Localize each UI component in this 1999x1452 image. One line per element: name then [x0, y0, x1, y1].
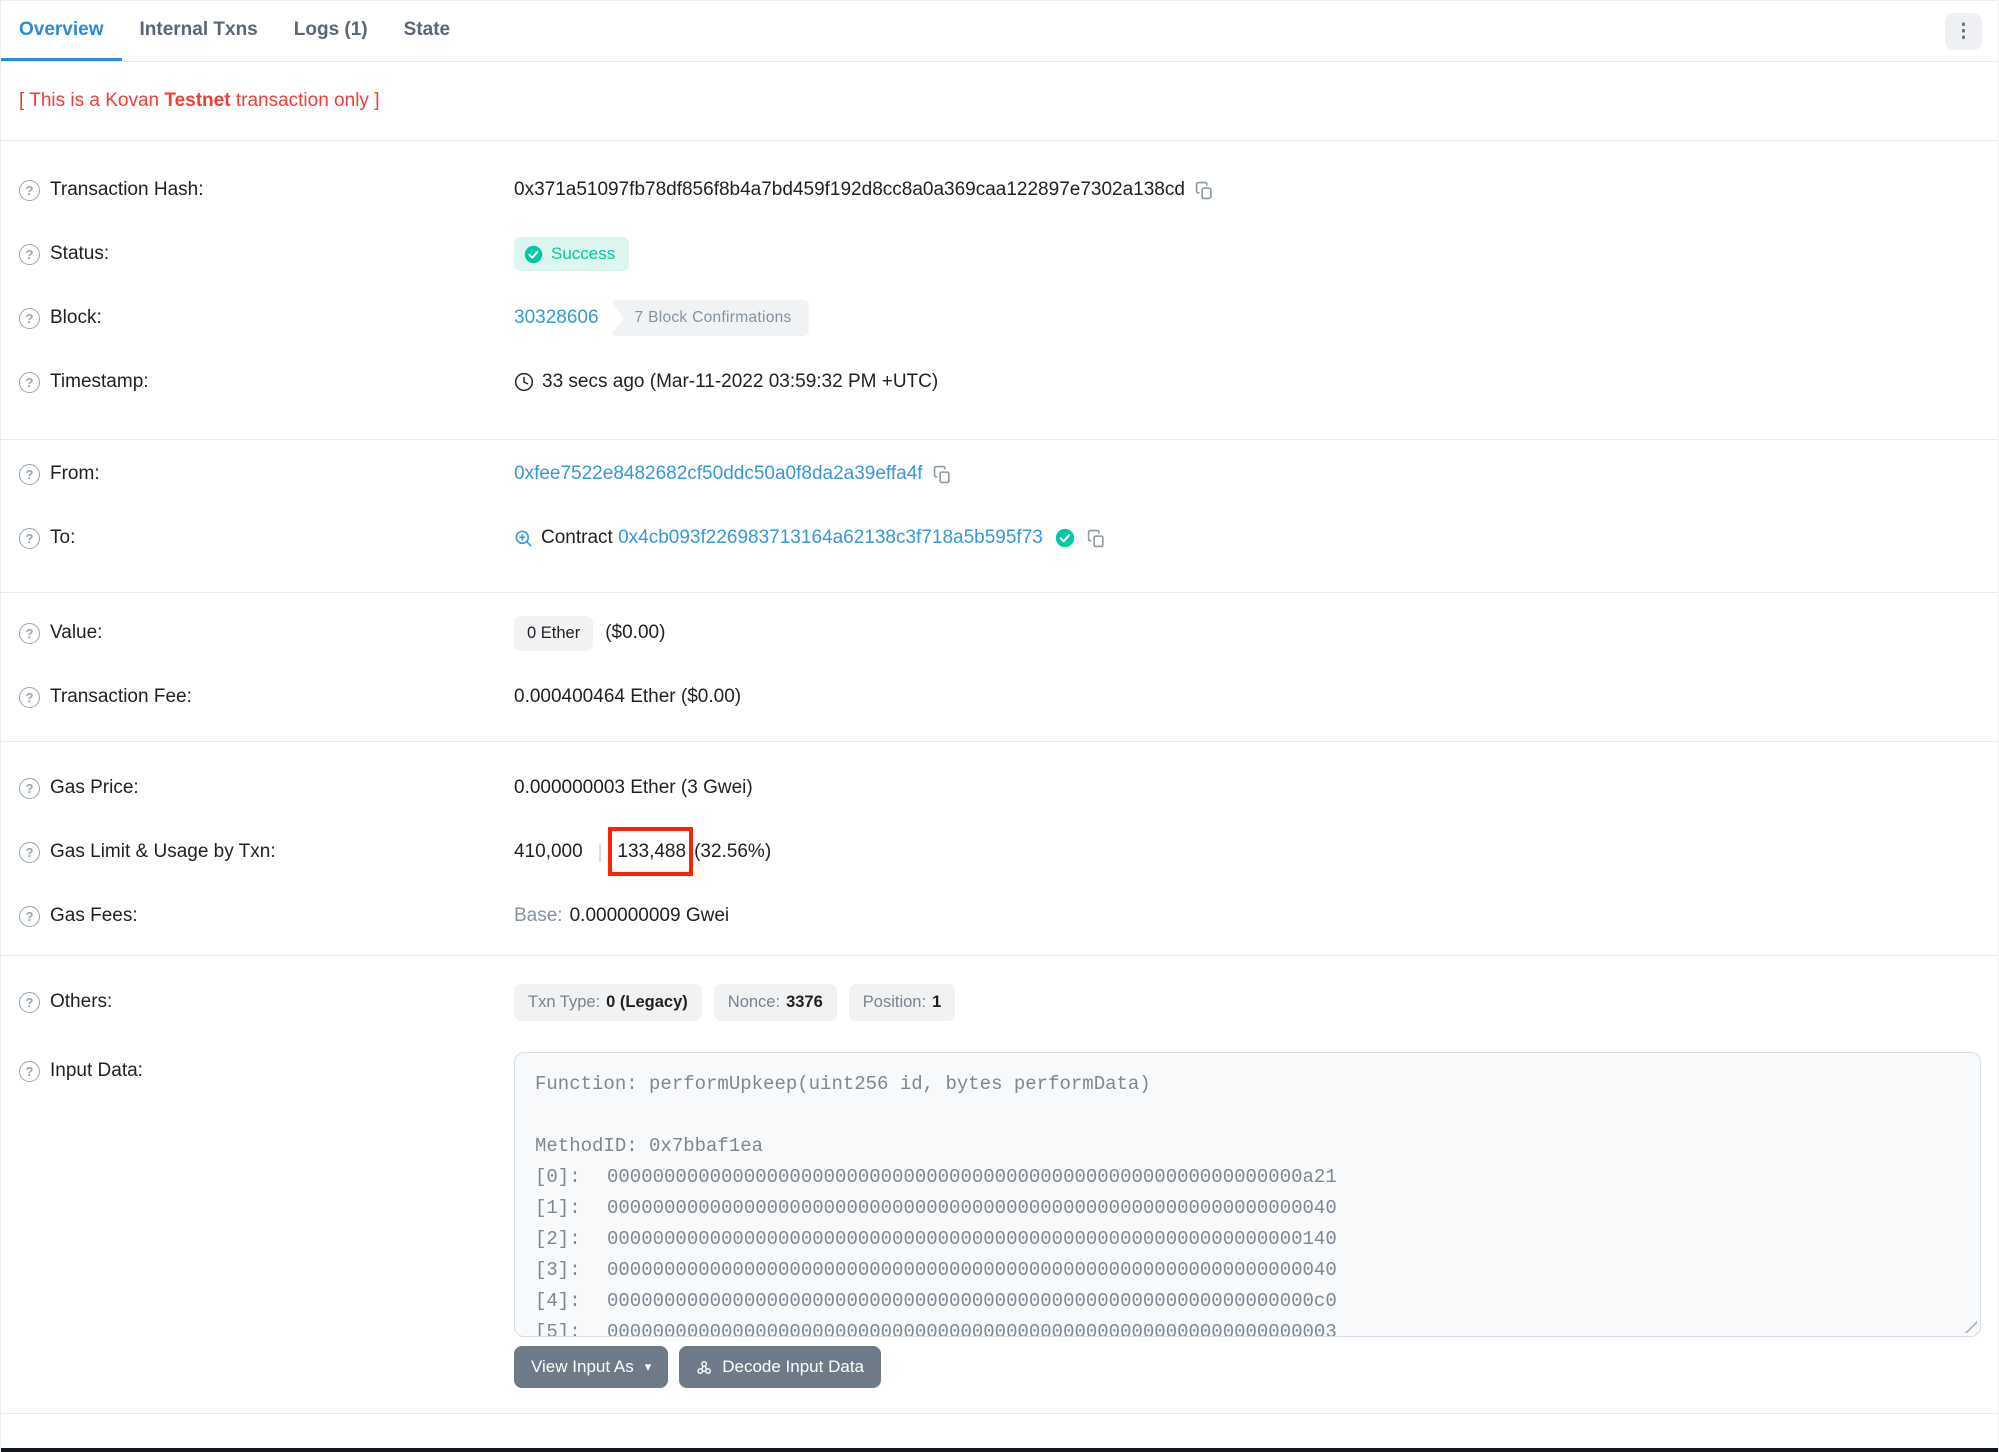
- nonce-badge: Nonce: 3376: [713, 983, 837, 1021]
- footer-spacer: [1, 1414, 1998, 1448]
- timestamp-label: Timestamp:: [50, 371, 149, 392]
- row-value: ? Value: 0 Ether ($0.00): [1, 601, 1998, 665]
- section-summary: ? Transaction Hash: 0x371a51097fb78df856f…: [1, 141, 1998, 440]
- input-word-row: [3]: 000000000000000000000000000000000000…: [535, 1259, 1337, 1281]
- row-gas-limit-usage: ? Gas Limit & Usage by Txn: 410,000 | 133…: [1, 820, 1998, 884]
- row-input-data: ? Input Data: Function: performUpkeep(uin…: [1, 1052, 1998, 1388]
- section-input-data: ? Input Data: Function: performUpkeep(uin…: [1, 1034, 1998, 1414]
- help-icon[interactable]: ?: [19, 686, 40, 708]
- to-type-label: Contract: [541, 527, 613, 548]
- transaction-fee-label: Transaction Fee:: [50, 686, 192, 707]
- to-address-link[interactable]: 0x4cb093f226983713164a62138c3f718a5b595f…: [618, 527, 1043, 549]
- from-label: From:: [50, 463, 100, 484]
- input-word-row: [4]: 000000000000000000000000000000000000…: [535, 1290, 1337, 1312]
- row-block: ? Block: 30328606 7 Block Confirmations: [1, 286, 1998, 350]
- gas-price-value: 0.000000003 Ether (3 Gwei): [514, 777, 753, 798]
- help-icon[interactable]: ?: [19, 1060, 40, 1082]
- block-confirmations-badge: 7 Block Confirmations: [610, 300, 809, 336]
- txn-type-badge: Txn Type: 0 (Legacy): [514, 983, 702, 1021]
- status-label: Status:: [50, 243, 110, 264]
- section-parties: ? From: 0xfee7522e8482682cf50ddc50a0f8da2…: [1, 440, 1998, 593]
- copy-icon[interactable]: [1087, 529, 1106, 548]
- gas-fees-base-label: Base:: [514, 905, 563, 926]
- transaction-hash-label: Transaction Hash:: [50, 179, 204, 200]
- kebab-menu-icon: ⋮: [1954, 20, 1973, 42]
- status-badge: Success: [514, 237, 630, 271]
- row-gas-fees: ? Gas Fees: Base: 0.000000009 Gwei: [1, 884, 1998, 948]
- chevron-down-icon: ▾: [644, 1359, 652, 1374]
- verified-check-icon: [1055, 528, 1075, 548]
- value-label: Value:: [50, 622, 103, 643]
- function-line: Function: performUpkeep(uint256 id, byte…: [535, 1073, 1151, 1095]
- tab-state[interactable]: State: [386, 1, 468, 61]
- input-data-textarea[interactable]: Function: performUpkeep(uint256 id, byte…: [514, 1052, 1981, 1337]
- row-others: ? Others: Txn Type: 0 (Legacy) Nonce: 3376 …: [1, 970, 1998, 1034]
- method-id-line: MethodID: 0x7bbaf1ea: [535, 1135, 764, 1157]
- gas-fees-label: Gas Fees:: [50, 905, 138, 926]
- help-icon[interactable]: ?: [19, 905, 40, 927]
- input-word-row: [0]: 000000000000000000000000000000000000…: [535, 1166, 1337, 1188]
- zoom-in-icon[interactable]: [514, 529, 533, 548]
- section-gas: ? Gas Price: 0.000000003 Ether (3 Gwei) ?…: [1, 742, 1998, 956]
- ether-value-badge: 0 Ether: [514, 615, 594, 651]
- row-transaction-fee: ? Transaction Fee: 0.000400464 Ether ($0.…: [1, 665, 1998, 729]
- value-usd: ($0.00): [605, 622, 666, 643]
- clock-icon: [514, 372, 534, 392]
- position-badge: Position: 1: [848, 983, 956, 1021]
- row-gas-price: ? Gas Price: 0.000000003 Ether (3 Gwei): [1, 756, 1998, 820]
- help-icon[interactable]: ?: [19, 622, 40, 644]
- view-input-as-button[interactable]: View Input As ▾: [514, 1346, 669, 1388]
- section-others: ? Others: Txn Type: 0 (Legacy) Nonce: 3376 …: [1, 956, 1998, 1034]
- gas-limit-value: 410,000: [514, 841, 583, 862]
- copy-icon[interactable]: [933, 465, 952, 484]
- block-label: Block:: [50, 307, 102, 328]
- check-circle-icon: [524, 245, 543, 263]
- decode-input-data-button[interactable]: Decode Input Data: [679, 1346, 881, 1388]
- input-word-row: [5]: 000000000000000000000000000000000000…: [535, 1321, 1337, 1337]
- row-timestamp: ? Timestamp: 33 secs ago (Mar-11-2022 03:…: [1, 350, 1998, 414]
- window-bottom-edge: [1, 1448, 1998, 1452]
- help-icon[interactable]: ?: [19, 179, 40, 201]
- input-word-row: [2]: 000000000000000000000000000000000000…: [535, 1228, 1337, 1250]
- row-from: ? From: 0xfee7522e8482682cf50ddc50a0f8da2…: [1, 442, 1998, 506]
- transaction-fee-value: 0.000400464 Ether ($0.00): [514, 686, 742, 707]
- from-address-link[interactable]: 0xfee7522e8482682cf50ddc50a0f8da2a39effa…: [514, 463, 923, 485]
- gas-used-percent: (32.56%): [694, 841, 772, 862]
- timestamp-value: 33 secs ago (Mar-11-2022 03:59:32 PM +UT…: [542, 371, 939, 392]
- gas-fees-base-value: 0.000000009 Gwei: [569, 905, 730, 926]
- kebab-menu-button[interactable]: ⋮: [1945, 12, 1982, 50]
- help-icon[interactable]: ?: [19, 991, 40, 1013]
- help-icon[interactable]: ?: [19, 371, 40, 393]
- resize-handle[interactable]: [1963, 1319, 1977, 1333]
- tab-internal-txns[interactable]: Internal Txns: [122, 1, 276, 61]
- row-status: ? Status: Success: [1, 222, 1998, 286]
- section-value: ? Value: 0 Ether ($0.00) ? Transaction Fee…: [1, 593, 1998, 742]
- gas-used-value: 133,488: [608, 827, 694, 876]
- separator: |: [597, 841, 603, 862]
- gas-price-label: Gas Price:: [50, 777, 139, 798]
- transaction-overview-page: Overview Internal Txns Logs (1) State ⋮ …: [0, 0, 1999, 1452]
- transaction-hash-value: 0x371a51097fb78df856f8b4a7bd459f192d8cc8…: [514, 179, 1185, 200]
- help-icon[interactable]: ?: [19, 243, 40, 265]
- help-icon[interactable]: ?: [19, 527, 40, 549]
- block-number-link[interactable]: 30328606: [514, 307, 599, 329]
- gas-limit-usage-label: Gas Limit & Usage by Txn:: [50, 841, 276, 862]
- testnet-notice: [ This is a Kovan Testnet transaction on…: [1, 62, 1998, 141]
- tab-overview[interactable]: Overview: [1, 1, 122, 61]
- help-icon[interactable]: ?: [19, 463, 40, 485]
- input-data-label: Input Data:: [50, 1060, 143, 1081]
- copy-icon[interactable]: [1195, 181, 1214, 200]
- row-to: ? To: Contract 0x4cb093f226983713164a6213…: [1, 506, 1998, 570]
- help-icon[interactable]: ?: [19, 307, 40, 329]
- help-icon[interactable]: ?: [19, 841, 40, 863]
- others-label: Others:: [50, 991, 113, 1012]
- tab-logs[interactable]: Logs (1): [276, 1, 386, 61]
- to-label: To:: [50, 527, 76, 548]
- help-icon[interactable]: ?: [19, 777, 40, 799]
- decode-icon: [696, 1359, 713, 1376]
- tab-bar: Overview Internal Txns Logs (1) State ⋮: [1, 1, 1998, 62]
- input-word-row: [1]: 000000000000000000000000000000000000…: [535, 1197, 1337, 1219]
- row-transaction-hash: ? Transaction Hash: 0x371a51097fb78df856f…: [1, 158, 1998, 222]
